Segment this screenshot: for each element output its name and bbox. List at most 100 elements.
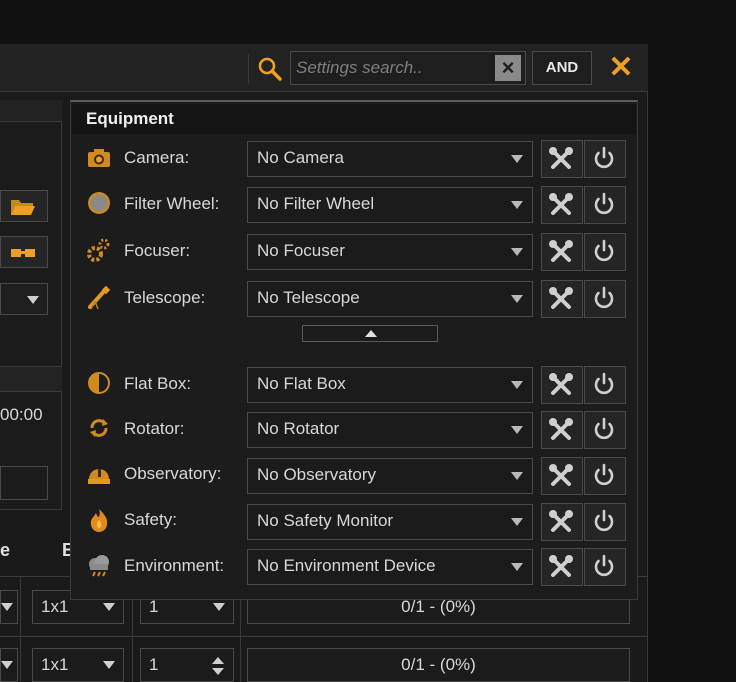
flat-box-settings-button[interactable] — [541, 366, 583, 404]
observatory-select[interactable]: No Observatory — [247, 458, 533, 494]
power-icon — [594, 463, 614, 486]
chevron-down-icon — [502, 550, 532, 582]
observatory-connect-button[interactable] — [584, 457, 626, 495]
safety-connect-button[interactable] — [584, 503, 626, 541]
telescope-icon — [88, 285, 111, 310]
and-toggle-button[interactable]: AND — [532, 51, 592, 85]
chevron-down-icon — [27, 296, 39, 304]
focuser-select[interactable]: No Focuser — [247, 234, 533, 270]
camera-connect-button[interactable] — [584, 140, 626, 178]
tools-icon — [549, 373, 573, 395]
safety-select-value: No Safety Monitor — [257, 511, 394, 530]
focuser-connect-button[interactable] — [584, 233, 626, 271]
binning-dropdown[interactable]: 1x1 — [32, 648, 124, 682]
flat-box-connect-button[interactable] — [584, 366, 626, 404]
telescope-connect-button[interactable] — [584, 280, 626, 318]
filter-wheel-label: Filter Wheel: — [124, 194, 220, 213]
safety-icon — [90, 509, 108, 532]
chevron-down-icon — [103, 603, 115, 611]
rotator-icon — [90, 419, 108, 437]
chevron-down-icon — [502, 235, 532, 267]
left-panel-header — [0, 100, 62, 122]
left-textbox[interactable] — [0, 466, 48, 500]
chevron-down-icon — [1, 661, 13, 669]
filter-dropdown[interactable] — [0, 648, 18, 682]
filter-wheel-select-value: No Filter Wheel — [257, 194, 375, 213]
chevron-down-icon — [502, 188, 532, 220]
observatory-select-value: No Observatory — [257, 465, 377, 484]
rotator-settings-button[interactable] — [541, 411, 583, 449]
tools-icon — [549, 240, 573, 262]
progress-field: 0/1 - (0%) — [247, 648, 630, 682]
column-header-e: e — [0, 540, 11, 560]
tools-icon — [549, 147, 573, 169]
count-stepper[interactable]: 1 — [140, 648, 234, 682]
toolbar-divider — [248, 54, 249, 84]
camera-settings-button[interactable] — [541, 140, 583, 178]
focuser-label: Focuser: — [124, 241, 191, 260]
tools-icon — [549, 287, 573, 309]
chevron-down-icon — [502, 413, 532, 445]
tools-icon — [549, 464, 573, 486]
chevron-down-icon — [502, 459, 532, 491]
tools-icon — [549, 555, 573, 577]
observatory-settings-button[interactable] — [541, 457, 583, 495]
environment-select-value: No Environment Device — [257, 556, 436, 575]
camera-select[interactable]: No Camera — [247, 141, 533, 177]
flat-box-icon — [88, 372, 110, 394]
filter-wheel-connect-button[interactable] — [584, 186, 626, 224]
table-divider — [0, 636, 648, 637]
chevron-down-icon — [502, 282, 532, 314]
close-icon[interactable]: ✕ — [604, 52, 638, 86]
power-icon — [594, 509, 614, 532]
tools-icon — [549, 193, 573, 215]
telescope-select[interactable]: No Telescope — [247, 281, 533, 317]
power-icon — [594, 146, 614, 169]
safety-settings-button[interactable] — [541, 503, 583, 541]
flat-box-label: Flat Box: — [124, 374, 192, 393]
search-icon[interactable] — [256, 56, 284, 82]
rotator-label: Rotator: — [124, 419, 185, 438]
safety-select[interactable]: No Safety Monitor — [247, 504, 533, 540]
chevron-down-icon — [502, 368, 532, 400]
chevron-down-icon — [1, 603, 13, 611]
power-icon — [594, 554, 614, 577]
rotator-select[interactable]: No Rotator — [247, 412, 533, 448]
binning-value: 1x1 — [41, 655, 69, 674]
rotator-connect-button[interactable] — [584, 411, 626, 449]
environment-select[interactable]: No Environment Device — [247, 549, 533, 585]
progress-text: 0/1 - (0%) — [401, 655, 476, 674]
left-dropdown[interactable] — [0, 283, 48, 315]
focuser-settings-button[interactable] — [541, 233, 583, 271]
safety-label: Safety: — [124, 510, 177, 529]
search-input[interactable] — [296, 56, 486, 80]
focuser-icon — [87, 238, 110, 262]
power-icon — [594, 192, 614, 215]
flat-box-select[interactable]: No Flat Box — [247, 367, 533, 403]
filter-wheel-select[interactable]: No Filter Wheel — [247, 187, 533, 223]
open-folder-button[interactable] — [0, 190, 48, 222]
glasses-icon — [11, 249, 35, 257]
environment-connect-button[interactable] — [584, 548, 626, 586]
clear-search-icon[interactable]: × — [495, 55, 521, 81]
camera-icon — [88, 149, 110, 167]
tools-icon — [549, 418, 573, 440]
power-icon — [594, 417, 614, 440]
chevron-down-icon — [213, 603, 225, 611]
observatory-icon — [88, 469, 110, 484]
stepper-arrows-icon[interactable] — [211, 654, 225, 678]
power-icon — [594, 286, 614, 309]
filter-dropdown[interactable] — [0, 590, 18, 624]
equipment-title: Equipment — [86, 109, 174, 128]
chevron-down-icon — [103, 661, 115, 669]
flat-box-select-value: No Flat Box — [257, 374, 346, 393]
environment-settings-button[interactable] — [541, 548, 583, 586]
filter-wheel-settings-button[interactable] — [541, 186, 583, 224]
camera-select-value: No Camera — [257, 148, 344, 167]
preview-button[interactable] — [0, 236, 48, 268]
tools-icon — [549, 510, 573, 532]
focuser-select-value: No Focuser — [257, 241, 345, 260]
telescope-settings-button[interactable] — [541, 280, 583, 318]
count-value: 1 — [149, 597, 159, 616]
collapse-toggle-button[interactable] — [302, 325, 438, 342]
